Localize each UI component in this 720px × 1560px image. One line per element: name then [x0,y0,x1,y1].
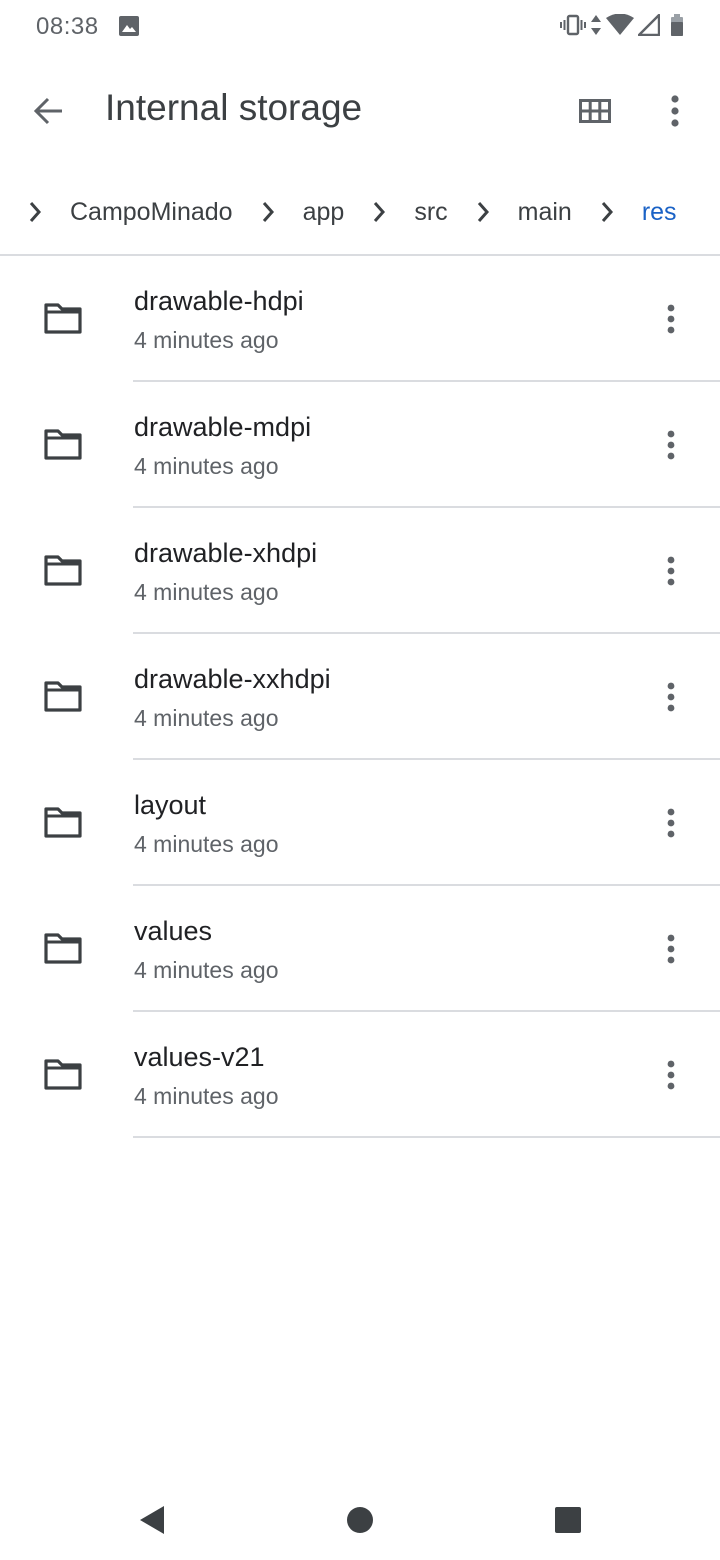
file-name: drawable-xhdpi [134,538,318,568]
file-name: values [134,916,213,946]
file-modified-time: 4 minutes ago [134,453,279,479]
more-vert-icon [667,304,675,334]
folder-icon [44,429,82,460]
folder-icon [44,807,82,838]
more-vert-icon [667,556,675,586]
item-more-button[interactable] [646,798,696,848]
list-item[interactable]: drawable-xhdpi 4 minutes ago [0,508,720,634]
item-more-button[interactable] [646,672,696,722]
nav-back-button[interactable] [130,1498,174,1542]
chevron-right-icon [592,192,622,232]
vibrate-icon [560,14,586,41]
list-item[interactable]: values 4 minutes ago [0,886,720,1012]
more-vert-icon [667,1060,675,1090]
nav-recents-icon [555,1507,581,1533]
breadcrumb-item-main[interactable]: main [518,190,572,235]
more-options-button[interactable] [648,84,702,138]
chevron-right-icon [468,192,498,232]
list-item[interactable]: drawable-xxhdpi 4 minutes ago [0,634,720,760]
item-more-button[interactable] [646,420,696,470]
file-modified-time: 4 minutes ago [134,705,279,731]
item-more-button[interactable] [646,546,696,596]
more-vert-icon [667,934,675,964]
data-arrows-icon [590,14,602,41]
file-modified-time: 4 minutes ago [134,327,279,353]
row-divider [133,1136,720,1138]
breadcrumb-item-res[interactable]: res [642,190,677,235]
more-vert-icon [667,808,675,838]
files-screen: 08:38 Internal storage CampoMinado app s… [0,0,720,1560]
grid-view-icon [579,99,611,123]
breadcrumb-item-app[interactable]: app [303,190,345,235]
back-button[interactable] [22,84,76,138]
more-vert-icon [671,95,679,127]
file-name: drawable-mdpi [134,412,312,442]
more-vert-icon [667,682,675,712]
folder-icon [44,1059,82,1090]
item-more-button[interactable] [646,924,696,974]
file-modified-time: 4 minutes ago [134,1083,279,1109]
file-name: values-v21 [134,1042,265,1072]
file-modified-time: 4 minutes ago [134,579,279,605]
list-item[interactable]: layout 4 minutes ago [0,760,720,886]
item-more-button[interactable] [646,294,696,344]
folder-icon [44,555,82,586]
file-name: layout [134,790,207,820]
breadcrumb: CampoMinado app src main res [0,180,720,244]
grid-view-button[interactable] [568,84,622,138]
nav-recents-button[interactable] [546,1498,590,1542]
list-item[interactable]: values-v21 4 minutes ago [0,1012,720,1138]
chevron-right-icon [364,192,394,232]
signal-icon [637,13,661,41]
breadcrumb-item-src[interactable]: src [414,190,447,235]
nav-home-icon [347,1507,373,1533]
page-title: Internal storage [105,87,363,128]
folder-icon [44,681,82,712]
nav-home-button[interactable] [338,1498,382,1542]
breadcrumb-item-campominado[interactable]: CampoMinado [70,190,233,235]
system-nav-bar [0,1478,720,1560]
file-name: drawable-hdpi [134,286,304,316]
battery-icon [670,13,684,41]
folder-icon [44,933,82,964]
nav-back-icon [140,1506,164,1534]
image-icon [118,15,140,42]
chevron-right-icon [253,192,283,232]
item-more-button[interactable] [646,1050,696,1100]
file-modified-time: 4 minutes ago [134,831,279,857]
list-item[interactable]: drawable-mdpi 4 minutes ago [0,382,720,508]
file-list: drawable-hdpi 4 minutes ago drawable-mdp… [0,256,720,1138]
folder-icon [44,303,82,334]
arrow-back-icon [33,97,62,125]
status-icons [560,13,684,41]
wifi-icon [606,13,634,41]
chevron-right-icon [20,192,50,232]
toolbar: Internal storage [0,68,720,152]
list-item[interactable]: drawable-hdpi 4 minutes ago [0,256,720,382]
file-modified-time: 4 minutes ago [134,957,279,983]
more-vert-icon [667,430,675,460]
status-time: 08:38 [36,13,99,40]
status-bar: 08:38 [0,0,720,54]
file-name: drawable-xxhdpi [134,664,331,694]
